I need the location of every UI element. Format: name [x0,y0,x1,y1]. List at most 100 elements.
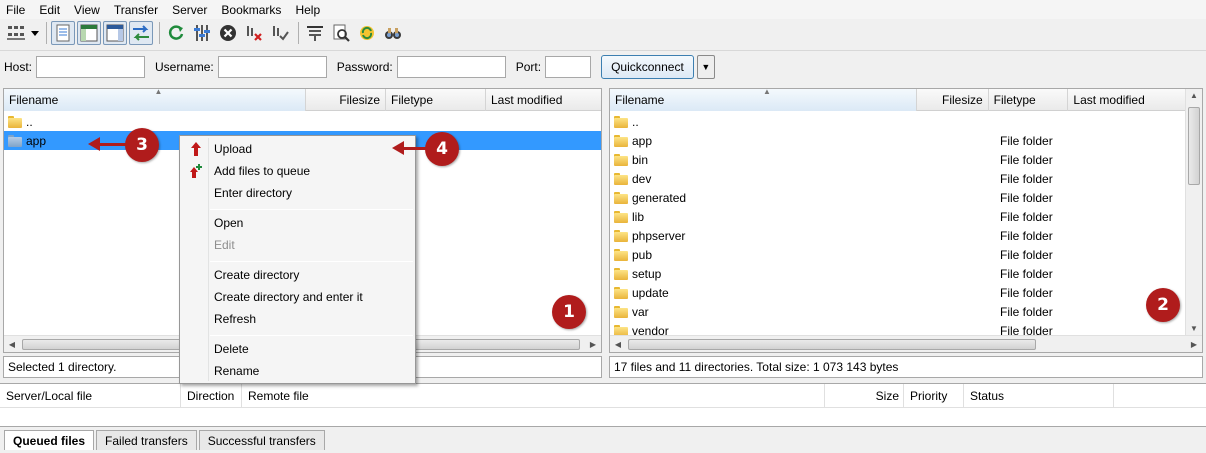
remote-horizontal-scrollbar[interactable]: ◀ ▶ [610,335,1202,352]
tab-queued-files[interactable]: Queued files [4,430,95,450]
local-col-last-modified[interactable]: Last modified [486,89,601,111]
site-manager-icon[interactable] [4,21,28,45]
folder-icon [8,134,22,147]
menu-item-enter-directory[interactable]: Enter directory [180,182,415,204]
cancel-icon[interactable] [216,21,240,45]
callout-badge-2: 2 [1146,288,1180,322]
menu-item-upload[interactable]: Upload [180,138,415,160]
filetype-cell: File folder [1000,247,1053,262]
menu-item-rename[interactable]: Rename [180,360,415,382]
sort-ascending-icon: ▲ [762,87,771,96]
dropdown-arrow-icon[interactable] [30,21,40,45]
scroll-thumb[interactable] [628,339,1036,350]
username-label: Username: [155,59,214,74]
find-icon[interactable] [381,21,405,45]
remote-col-filename[interactable]: Filename ▲ [610,87,917,111]
menu-help[interactable]: Help [295,3,320,17]
filter-icon[interactable] [303,21,327,45]
transfer-queue-icon[interactable] [129,21,153,45]
scroll-right-icon[interactable]: ▶ [585,340,601,349]
callout-badge-1: 1 [552,295,586,329]
quickconnect-history-dropdown[interactable]: ▼ [696,54,715,79]
menu-view[interactable]: View [74,3,100,17]
folder-icon [614,210,628,223]
menu-edit[interactable]: Edit [39,3,60,17]
folder-icon [614,115,628,128]
filetype-cell: File folder [1000,190,1053,205]
compare-icon[interactable] [355,21,379,45]
list-item[interactable]: .. [4,112,601,131]
quickconnect-button[interactable]: Quickconnect [601,54,694,79]
filetype-cell: File folder [1000,266,1053,281]
reconnect-icon[interactable] [268,21,292,45]
refresh-icon[interactable] [164,21,188,45]
local-col-filename[interactable]: Filename ▲ [4,87,306,111]
list-item[interactable]: var File folder [610,302,1185,321]
menu-item-create-directory-enter[interactable]: Create directory and enter it [180,286,415,308]
queue-col-remote-file[interactable]: Remote file [242,384,825,408]
message-log-icon[interactable] [51,21,75,45]
menu-item-open[interactable]: Open [180,212,415,234]
local-col-filesize[interactable]: Filesize [306,89,386,111]
filetype-cell: File folder [1000,152,1053,167]
remote-col-last-modified[interactable]: Last modified [1068,89,1185,111]
port-input[interactable] [545,55,592,78]
queue-col-priority[interactable]: Priority [904,384,964,408]
add-to-queue-icon [190,164,202,178]
menu-item-delete[interactable]: Delete [180,338,415,360]
scroll-right-icon[interactable]: ▶ [1186,340,1202,349]
scroll-left-icon[interactable]: ◀ [610,340,626,349]
password-label: Password: [336,59,393,74]
host-input[interactable] [36,55,146,78]
menu-file[interactable]: File [6,3,25,17]
disconnect-icon[interactable] [242,21,266,45]
scroll-up-icon[interactable]: ▲ [1190,91,1198,100]
tab-successful-transfers[interactable]: Successful transfers [198,430,325,450]
menu-item-refresh[interactable]: Refresh [180,308,415,330]
tab-failed-transfers[interactable]: Failed transfers [96,430,197,450]
menu-separator [210,335,413,336]
host-label: Host: [4,59,33,74]
local-tree-icon[interactable] [77,21,101,45]
list-item[interactable]: setup File folder [610,264,1185,283]
list-item[interactable]: generated File folder [610,188,1185,207]
list-item[interactable]: dev File folder [610,169,1185,188]
queue-col-direction[interactable]: Direction [181,384,242,408]
remote-tree-icon[interactable] [103,21,127,45]
search-files-icon[interactable] [329,21,353,45]
menu-transfer[interactable]: Transfer [114,3,158,17]
list-item[interactable]: update File folder [610,283,1185,302]
menu-server[interactable]: Server [172,3,207,17]
remote-vertical-scrollbar[interactable]: ▲ ▼ [1185,89,1202,335]
local-col-filetype[interactable]: Filetype [386,89,486,111]
scroll-left-icon[interactable]: ◀ [4,340,20,349]
list-item[interactable]: bin File folder [610,150,1185,169]
quickconnect-bar: Host: Username: Password: Port: Quickcon… [0,50,1206,82]
list-item[interactable]: .. [610,112,1185,131]
remote-file-list[interactable]: Filename ▲ Filesize Filetype Last modifie… [609,87,1203,353]
scroll-thumb[interactable] [1188,107,1200,185]
transfer-queue[interactable]: Server/Local file Direction Remote file … [0,383,1206,427]
list-item[interactable]: app File folder [610,131,1185,150]
queue-col-local-file[interactable]: Server/Local file [0,384,181,408]
menu-bookmarks[interactable]: Bookmarks [221,3,281,17]
toolbar [0,19,1206,47]
queue-col-status[interactable]: Status [964,384,1114,408]
filetype-cell: File folder [1000,133,1053,148]
remote-col-filesize[interactable]: Filesize [917,89,989,111]
remote-col-filetype[interactable]: Filetype [989,89,1069,111]
scroll-down-icon[interactable]: ▼ [1190,324,1198,333]
queue-tabs: Queued files Failed transfers Successful… [4,430,327,450]
menu-item-create-directory[interactable]: Create directory [180,264,415,286]
filetype-cell: File folder [1000,285,1053,300]
list-item[interactable]: pub File folder [610,245,1185,264]
queue-col-size[interactable]: Size [825,384,904,408]
menu-item-add-to-queue[interactable]: Add files to queue [180,160,415,182]
username-input[interactable] [217,55,327,78]
process-queue-icon[interactable] [190,21,214,45]
callout-badge-3: 3 [125,128,159,162]
password-input[interactable] [396,55,506,78]
list-item[interactable]: lib File folder [610,207,1185,226]
port-label: Port: [515,59,542,74]
list-item[interactable]: phpserver File folder [610,226,1185,245]
